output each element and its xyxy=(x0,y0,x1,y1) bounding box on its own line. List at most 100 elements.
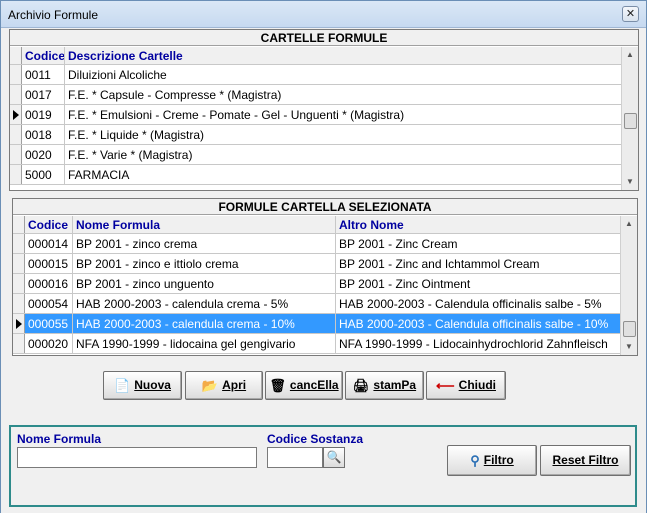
table-row[interactable]: 0019 F.E. * Emulsioni - Creme - Pomate - … xyxy=(10,105,621,125)
current-row-arrow-icon xyxy=(16,319,22,329)
cell-altro-nome[interactable]: BP 2001 - Zinc Ointment xyxy=(336,274,620,293)
funnel-brush-icon: ⚲ xyxy=(470,452,480,468)
cell-codice[interactable]: 000016 xyxy=(25,274,73,293)
current-row-arrow-icon xyxy=(13,110,19,120)
formule-header-row: Codice Nome Formula Altro Nome xyxy=(13,216,620,234)
cell-codice[interactable]: 0018 xyxy=(22,125,65,144)
table-row[interactable]: 0020 F.E. * Varie * (Magistra) xyxy=(10,145,621,165)
column-header-nome-formula[interactable]: Nome Formula xyxy=(73,216,336,233)
column-header-codice[interactable]: Codice xyxy=(22,47,65,64)
cancella-button[interactable]: 🗑 cancElla xyxy=(265,371,343,400)
scroll-thumb[interactable] xyxy=(623,321,636,337)
cell-codice[interactable]: 0020 xyxy=(22,145,65,164)
row-indicator[interactable] xyxy=(10,145,22,164)
cartelle-grid-body: Codice Descrizione Cartelle 0011 Diluizio… xyxy=(10,47,621,190)
cell-altro-nome[interactable]: NFA 1990-1999 - Lidocainhydrochlorid Zah… xyxy=(336,334,620,353)
cell-codice[interactable]: 000055 xyxy=(25,314,73,333)
row-indicator[interactable] xyxy=(13,234,25,253)
nome-formula-label: Nome Formula xyxy=(17,432,102,446)
row-indicator[interactable] xyxy=(13,334,25,353)
row-indicator[interactable] xyxy=(10,105,22,124)
cell-descrizione[interactable]: FARMACIA xyxy=(65,165,621,184)
cell-codice[interactable]: 5000 xyxy=(22,165,65,184)
row-indicator[interactable] xyxy=(13,274,25,293)
table-row[interactable]: 000014 BP 2001 - zinco crema BP 2001 - Zin… xyxy=(13,234,620,254)
table-row[interactable]: 000016 BP 2001 - zinco unguento BP 2001 - … xyxy=(13,274,620,294)
cell-nome-formula[interactable]: HAB 2000-2003 - calendula crema - 5% xyxy=(73,294,336,313)
cartelle-caption: CARTELLE FORMULE xyxy=(10,30,638,46)
delete-icon: 🗑 xyxy=(269,377,286,393)
column-header-altro-nome[interactable]: Altro Nome xyxy=(336,216,620,233)
scroll-down-icon[interactable]: ▼ xyxy=(622,174,638,190)
back-arrow-icon: ⟵ xyxy=(436,377,455,393)
column-header-descrizione[interactable]: Descrizione Cartelle xyxy=(65,47,621,64)
reset-filtro-button[interactable]: Reset Filtro xyxy=(540,445,631,476)
archivio-formule-window: Archivio Formule ✕ CARTELLE FORMULE Codi… xyxy=(0,0,647,513)
cell-codice[interactable]: 0017 xyxy=(22,85,65,104)
formule-scrollbar[interactable]: ▲ ▼ xyxy=(620,216,637,355)
cell-descrizione[interactable]: F.E. * Emulsioni - Creme - Pomate - Gel … xyxy=(65,105,621,124)
codice-sostanza-label: Codice Sostanza xyxy=(267,432,364,446)
cell-descrizione[interactable]: F.E. * Varie * (Magistra) xyxy=(65,145,621,164)
cell-altro-nome[interactable]: HAB 2000-2003 - Calendula officinalis sa… xyxy=(336,314,620,333)
chiudi-label: Chiudi xyxy=(458,378,496,392)
cell-codice[interactable]: 0019 xyxy=(22,105,65,124)
cell-descrizione[interactable]: Diluizioni Alcoliche xyxy=(65,65,621,84)
scroll-up-icon[interactable]: ▲ xyxy=(621,216,637,232)
lookup-button[interactable]: 🔍 xyxy=(323,447,345,468)
close-window-button[interactable]: ✕ xyxy=(622,6,639,22)
nome-formula-input[interactable] xyxy=(17,447,257,468)
row-indicator xyxy=(13,216,25,233)
scroll-up-icon[interactable]: ▲ xyxy=(622,47,638,63)
stampa-button[interactable]: 🖨 stamPa xyxy=(345,371,424,400)
apri-label: Apri xyxy=(222,378,247,392)
table-row[interactable]: 000020 NFA 1990-1999 - lidocaina gel geng… xyxy=(13,334,620,354)
cell-codice[interactable]: 000020 xyxy=(25,334,73,353)
row-indicator[interactable] xyxy=(10,165,22,184)
row-indicator[interactable] xyxy=(10,125,22,144)
formule-caption: FORMULE CARTELLA SELEZIONATA xyxy=(13,199,637,215)
row-indicator[interactable] xyxy=(10,65,22,84)
codice-sostanza-input[interactable] xyxy=(267,447,323,468)
cartelle-header-row: Codice Descrizione Cartelle xyxy=(10,47,621,65)
cell-nome-formula[interactable]: NFA 1990-1999 - lidocaina gel gengivario xyxy=(73,334,336,353)
table-row[interactable]: 0018 F.E. * Liquide * (Magistra) xyxy=(10,125,621,145)
cell-altro-nome[interactable]: HAB 2000-2003 - Calendula officinalis sa… xyxy=(336,294,620,313)
column-header-codice[interactable]: Codice xyxy=(25,216,73,233)
cell-nome-formula[interactable]: BP 2001 - zinco unguento xyxy=(73,274,336,293)
cell-descrizione[interactable]: F.E. * Liquide * (Magistra) xyxy=(65,125,621,144)
formule-grid: FORMULE CARTELLA SELEZIONATA Codice Nome… xyxy=(12,198,638,356)
row-indicator[interactable] xyxy=(13,294,25,313)
row-indicator[interactable] xyxy=(13,254,25,273)
table-row[interactable]: 0011 Diluizioni Alcoliche xyxy=(10,65,621,85)
cell-altro-nome[interactable]: BP 2001 - Zinc Cream xyxy=(336,234,620,253)
filtro-label: Filtro xyxy=(483,453,514,467)
cell-nome-formula[interactable]: BP 2001 - zinco crema xyxy=(73,234,336,253)
nuova-button[interactable]: 📄 Nuova xyxy=(103,371,182,400)
cell-nome-formula[interactable]: HAB 2000-2003 - calendula crema - 10% xyxy=(73,314,336,333)
row-indicator[interactable] xyxy=(10,85,22,104)
cell-altro-nome[interactable]: BP 2001 - Zinc and Ichtammol Cream xyxy=(336,254,620,273)
cell-codice[interactable]: 0011 xyxy=(22,65,65,84)
cell-nome-formula[interactable]: BP 2001 - zinco e ittiolo crema xyxy=(73,254,336,273)
table-row[interactable]: 000055 HAB 2000-2003 - calendula crema - … xyxy=(13,314,620,334)
table-row[interactable]: 5000 FARMACIA xyxy=(10,165,621,185)
cell-codice[interactable]: 000015 xyxy=(25,254,73,273)
nuova-label: Nuova xyxy=(134,378,171,392)
open-icon: 📂 xyxy=(201,377,219,393)
table-row[interactable]: 0017 F.E. * Capsule - Compresse * (Magist… xyxy=(10,85,621,105)
cell-codice[interactable]: 000054 xyxy=(25,294,73,313)
title-bar[interactable]: Archivio Formule ✕ xyxy=(1,1,646,28)
cartelle-scrollbar[interactable]: ▲ ▼ xyxy=(621,47,638,190)
row-indicator[interactable] xyxy=(13,314,25,333)
scroll-thumb[interactable] xyxy=(624,113,637,129)
apri-button[interactable]: 📂 Apri xyxy=(185,371,263,400)
filtro-button[interactable]: ⚲ Filtro xyxy=(447,445,537,476)
chiudi-button[interactable]: ⟵ Chiudi xyxy=(426,371,506,400)
cell-descrizione[interactable]: F.E. * Capsule - Compresse * (Magistra) xyxy=(65,85,621,104)
scroll-down-icon[interactable]: ▼ xyxy=(621,339,637,355)
table-row[interactable]: 000054 HAB 2000-2003 - calendula crema - … xyxy=(13,294,620,314)
table-row[interactable]: 000015 BP 2001 - zinco e ittiolo crema BP … xyxy=(13,254,620,274)
cell-codice[interactable]: 000014 xyxy=(25,234,73,253)
new-document-icon: 📄 xyxy=(114,377,131,393)
